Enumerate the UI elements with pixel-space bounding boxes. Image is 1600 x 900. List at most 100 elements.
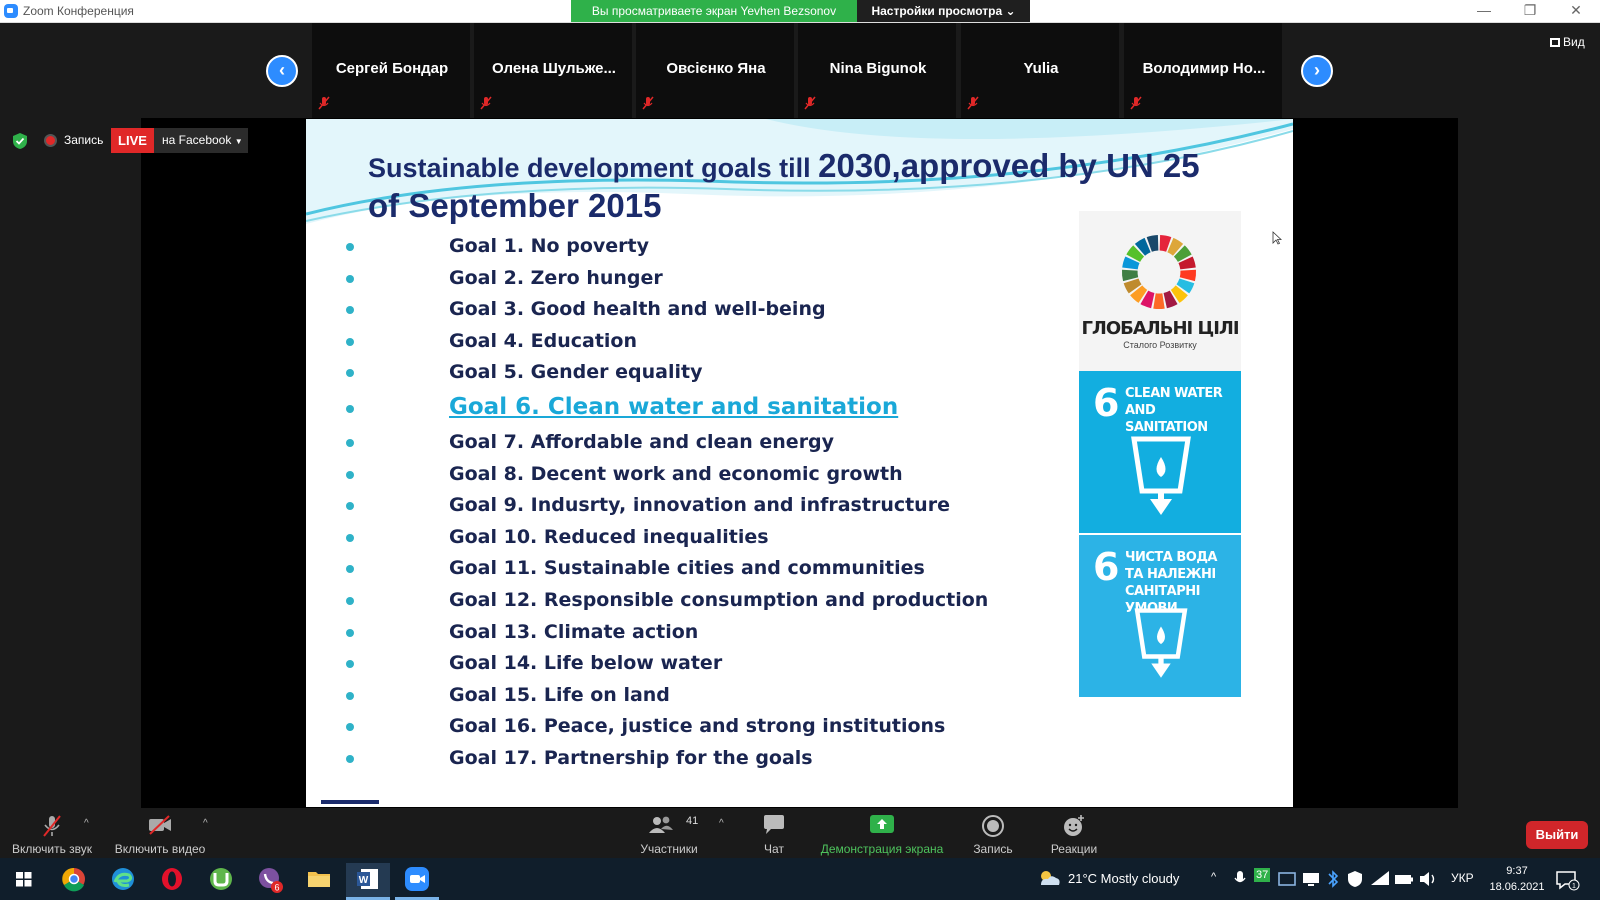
weather-text[interactable]: 21°C Mostly cloudy bbox=[1068, 871, 1179, 886]
participant-tile[interactable]: Олена Шульже... bbox=[474, 23, 634, 118]
bullet-icon bbox=[346, 369, 354, 378]
goal-text: Goal 12. Responsible consumption and pro… bbox=[449, 588, 989, 611]
video-options-caret-icon[interactable]: ^ bbox=[203, 818, 208, 829]
wifi-icon[interactable] bbox=[1369, 863, 1391, 895]
stage-right-gutter bbox=[1458, 118, 1600, 808]
svg-text:W: W bbox=[359, 875, 369, 886]
chat-icon bbox=[764, 815, 784, 834]
battery-icon[interactable] bbox=[1393, 863, 1415, 895]
participant-tile[interactable]: Yulia bbox=[961, 23, 1121, 118]
title-bar: Zoom Конференция Вы просматриваете экран… bbox=[0, 0, 1600, 23]
close-icon[interactable]: ✕ bbox=[1564, 2, 1588, 19]
gallery-prev-button[interactable]: ‹ bbox=[266, 55, 298, 87]
minimize-icon[interactable]: — bbox=[1472, 2, 1496, 18]
live-stream-target-dropdown[interactable]: на Facebook ▼ bbox=[154, 128, 248, 153]
live-badge: LIVE bbox=[111, 128, 154, 153]
file-explorer-icon[interactable] bbox=[303, 863, 335, 895]
audio-options-caret-icon[interactable]: ^ bbox=[84, 818, 89, 829]
goal-item: Goal 1. No poverty bbox=[346, 232, 986, 264]
input-language[interactable]: УКР bbox=[1451, 871, 1474, 885]
encryption-shield-icon[interactable] bbox=[12, 132, 28, 150]
sdg-color-wheel-icon bbox=[1121, 234, 1197, 310]
recording-dot-icon bbox=[44, 134, 57, 147]
participant-name: Овсієнко Яна bbox=[666, 60, 766, 77]
sdg-wheel-segment bbox=[1153, 293, 1165, 310]
goal-item: Goal 6. Clean water and sanitation bbox=[346, 390, 986, 428]
bullet-icon bbox=[346, 243, 354, 251]
gallery-next-button[interactable]: › bbox=[1301, 55, 1333, 87]
recording-label[interactable]: Запись bbox=[64, 133, 103, 147]
tray-chevron-icon[interactable]: ^ bbox=[1211, 871, 1216, 883]
bluetooth-icon[interactable] bbox=[1325, 863, 1341, 895]
notification-center-icon[interactable]: 1 bbox=[1554, 863, 1580, 895]
participant-tile[interactable]: Nina Bigunok bbox=[798, 23, 958, 118]
chrome-icon[interactable] bbox=[58, 863, 90, 895]
unmute-button[interactable]: Включить звук bbox=[4, 808, 100, 858]
live-target-label: на Facebook bbox=[162, 133, 232, 147]
bullet-icon bbox=[346, 404, 354, 413]
start-video-label: Включить видео bbox=[114, 842, 206, 856]
participants-count: 41 bbox=[686, 815, 699, 827]
view-options-button[interactable]: Настройки просмотра ⌄ bbox=[857, 0, 1030, 22]
chat-button[interactable]: Чат bbox=[752, 808, 796, 858]
taskbar-clock[interactable]: 9:37 18.06.2021 bbox=[1486, 863, 1548, 895]
goal-item: Goal 4. Education bbox=[346, 327, 986, 359]
record-button[interactable]: Запись bbox=[968, 808, 1018, 858]
word-taskbar-button[interactable]: W bbox=[346, 863, 390, 900]
goal-item: Goal 15. Life on land bbox=[346, 681, 986, 713]
chat-label: Чат bbox=[764, 842, 784, 856]
reactions-button[interactable]: Реакции bbox=[1044, 808, 1104, 858]
presentation-slide: Sustainable development goals till 2030,… bbox=[306, 119, 1293, 807]
sdg6-card-english: 6 CLEAN WATER AND SANITATION bbox=[1079, 371, 1241, 533]
participant-tile[interactable]: Овсієнко Яна bbox=[636, 23, 796, 118]
edge-icon[interactable] bbox=[107, 863, 139, 895]
goal-list: Goal 1. No poverty Goal 2. Zero hunger Goa… bbox=[346, 232, 989, 776]
bullet-icon bbox=[346, 628, 354, 637]
share-screen-button[interactable]: Демонстрация экрана bbox=[818, 808, 946, 858]
security-shield-icon[interactable] bbox=[1345, 863, 1365, 895]
slide-title-part1: Sustainable development goals till bbox=[368, 153, 819, 183]
stage-left-gutter bbox=[0, 118, 141, 808]
participant-tile[interactable]: Сергей Бондар bbox=[312, 23, 472, 118]
caret-down-icon: ▼ bbox=[234, 137, 243, 146]
bullet-icon bbox=[346, 502, 354, 511]
zoom-icon bbox=[405, 867, 429, 891]
bullet-icon bbox=[346, 660, 354, 669]
participant-tile[interactable]: Володимир Но... bbox=[1124, 23, 1284, 118]
record-icon bbox=[982, 815, 1004, 837]
bullet-icon bbox=[346, 274, 354, 283]
sdg-card-label: CLEAN WATER AND SANITATION bbox=[1125, 386, 1223, 435]
network-monitor-icon[interactable] bbox=[1277, 863, 1297, 895]
zoom-app-icon bbox=[4, 4, 18, 18]
goal-text: Goal 11. Sustainable cities and communit… bbox=[449, 557, 925, 580]
goal-text: Goal 17. Partnership for the goals bbox=[449, 746, 813, 769]
goal-item: Goal 10. Reduced inequalities bbox=[346, 523, 986, 555]
goal-text: Goal 7. Affordable and clean energy bbox=[449, 430, 835, 453]
microphone-tray-icon[interactable] bbox=[1232, 863, 1248, 895]
leave-meeting-button[interactable]: Выйти bbox=[1526, 821, 1588, 849]
viber-badge: 6 bbox=[274, 883, 279, 893]
mic-muted-icon bbox=[318, 96, 330, 110]
windows-start-icon[interactable] bbox=[8, 863, 40, 895]
slide-title-line2: of September 2015 bbox=[368, 187, 662, 224]
start-video-button[interactable]: Включить видео bbox=[110, 808, 210, 858]
goal-item: Goal 13. Climate action bbox=[346, 618, 986, 650]
view-button[interactable]: Вид bbox=[1550, 35, 1585, 49]
sdg-logo-subtitle: Сталого Розвитку bbox=[1123, 340, 1197, 350]
restore-icon[interactable]: ❐ bbox=[1518, 2, 1542, 19]
opera-icon[interactable] bbox=[156, 863, 188, 895]
tray-badge[interactable]: 37 bbox=[1254, 868, 1271, 882]
bullet-icon bbox=[346, 337, 354, 346]
mic-muted-icon bbox=[1130, 96, 1142, 110]
participants-caret-icon[interactable]: ^ bbox=[719, 818, 724, 829]
mic-muted-icon bbox=[43, 815, 61, 837]
weather-cloud-icon[interactable] bbox=[1036, 863, 1062, 895]
zoom-taskbar-button[interactable] bbox=[395, 863, 439, 900]
viber-icon[interactable]: 6 bbox=[254, 863, 286, 895]
display-icon[interactable] bbox=[1301, 863, 1321, 895]
participant-name: Сергей Бондар bbox=[335, 60, 449, 77]
volume-icon[interactable] bbox=[1417, 863, 1439, 895]
utorrent-icon[interactable] bbox=[205, 863, 237, 895]
sdg-logo: ГЛОБАЛЬНІ ЦІЛІ Сталого Розвитку bbox=[1079, 211, 1241, 371]
goal-text: Goal 1. No poverty bbox=[449, 235, 649, 257]
